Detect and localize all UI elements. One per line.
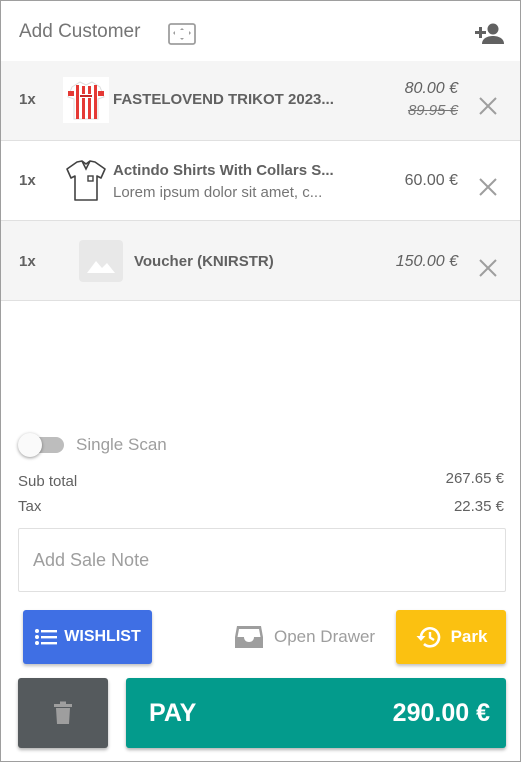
item-name: Actindo Shirts With Collars S... — [113, 162, 334, 179]
sale-note-input[interactable] — [18, 528, 506, 592]
park-label: Park — [450, 627, 488, 646]
pay-total: 290.00 € — [392, 698, 490, 727]
item-quantity[interactable]: 1x — [19, 172, 36, 189]
subtotal-label: Sub total — [18, 473, 78, 490]
tax-value: 22.35 € — [453, 498, 504, 515]
trash-icon — [54, 701, 72, 724]
toggle-knob — [18, 433, 42, 457]
image-placeholder-icon — [79, 240, 123, 282]
item-quantity[interactable]: 1x — [19, 253, 36, 270]
item-price: 80.00 € — [404, 80, 458, 97]
subtotal-value: 267.65 € — [445, 470, 504, 487]
close-icon[interactable] — [477, 176, 499, 198]
pos-cart-panel: Add Customer 1x FASTELOVEND TRIKOT 2023.… — [0, 0, 521, 762]
pay-button[interactable]: PAY 290.00 € — [126, 678, 506, 748]
wishlist-label: WISHLIST — [64, 628, 141, 645]
pay-label: PAY — [149, 698, 197, 727]
open-drawer-label: Open Drawer — [274, 627, 376, 646]
item-description: Lorem ipsum dolor sit amet, c... — [113, 184, 323, 201]
item-quantity[interactable]: 1x — [19, 91, 36, 108]
inbox-tray-icon — [235, 626, 263, 648]
cart-header: Add Customer — [1, 1, 520, 61]
shirt-outline-icon — [66, 160, 106, 201]
close-icon[interactable] — [477, 95, 499, 117]
park-button[interactable]: Park — [396, 610, 506, 664]
delete-cart-button[interactable] — [18, 678, 108, 748]
history-icon — [416, 627, 440, 648]
tax-label: Tax — [18, 498, 42, 515]
single-scan-label: Single Scan — [76, 435, 167, 454]
close-icon[interactable] — [477, 257, 499, 279]
item-name: Voucher (KNIRSTR) — [134, 253, 274, 270]
person-add-icon[interactable] — [474, 21, 506, 47]
single-scan-toggle[interactable] — [18, 433, 66, 457]
item-original-price: 89.95 € — [407, 102, 458, 119]
add-customer-link[interactable]: Add Customer — [19, 21, 140, 43]
cart-item[interactable]: 1x Actindo Shirts With Collars S... Lore… — [1, 141, 520, 221]
list-icon — [35, 629, 58, 645]
cart-item[interactable]: 1x Voucher (KNIRSTR) 150.00 € — [1, 221, 520, 301]
barcode-scan-icon[interactable] — [168, 22, 196, 46]
item-price: 150.00 € — [395, 253, 458, 270]
jersey-thumbnail — [63, 77, 109, 123]
open-drawer-button[interactable]: Open Drawer — [229, 613, 389, 661]
item-name: FASTELOVEND TRIKOT 2023... — [113, 91, 334, 108]
item-price: 60.00 € — [404, 172, 458, 189]
wishlist-button[interactable]: WISHLIST — [23, 610, 152, 664]
cart-item[interactable]: 1x FASTELOVEND TRIKOT 2023... 80.00 € 89… — [1, 61, 520, 141]
